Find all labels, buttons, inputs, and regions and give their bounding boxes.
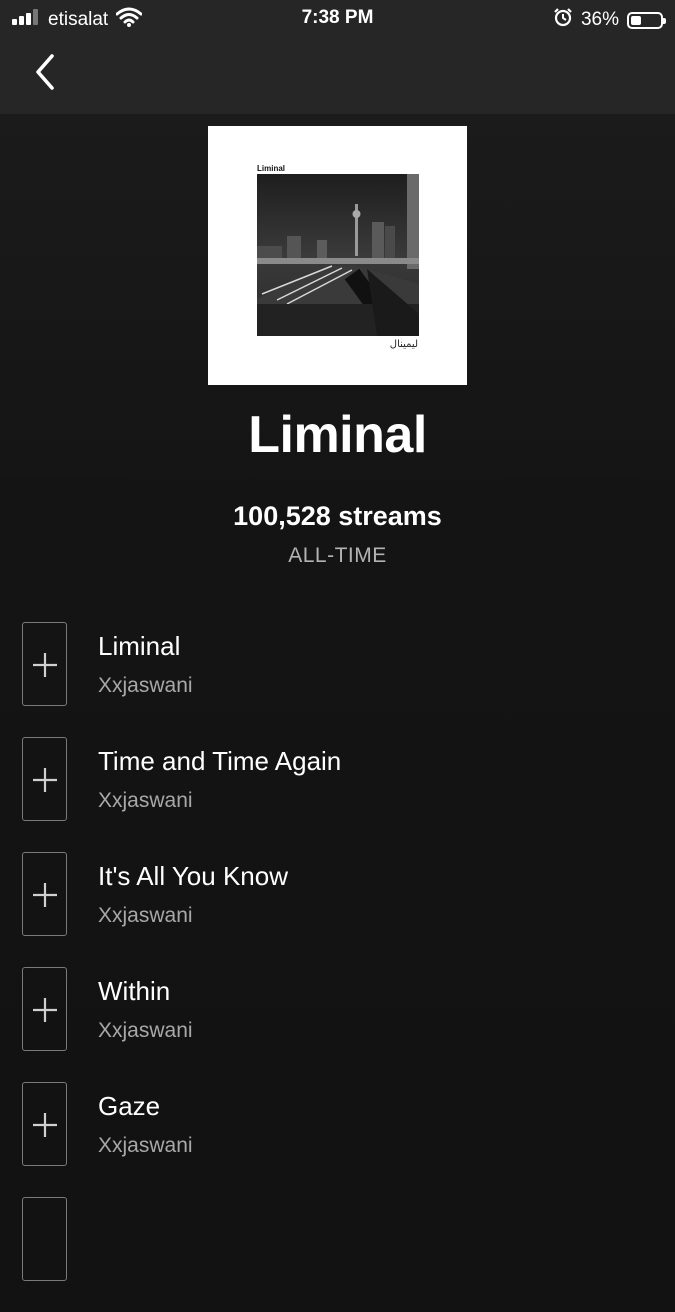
status-right: 36% (553, 7, 666, 33)
battery-icon (627, 11, 666, 29)
cover-title: Liminal (257, 164, 286, 173)
album-title: Liminal (248, 406, 427, 464)
cover-arabic-text: ليمينال (389, 339, 418, 350)
plus-icon (33, 653, 57, 677)
battery-percentage: 36% (580, 9, 619, 30)
track-artist: Xxjaswani (98, 1134, 193, 1157)
status-bar: etisalat 7:38 PM 36% (0, 0, 675, 38)
track-artist: Xxjaswani (98, 1019, 193, 1042)
track-name: Liminal (98, 631, 181, 661)
track-artist: Xxjaswani (98, 674, 193, 697)
plus-icon (33, 1113, 57, 1137)
album-cover: Liminal ليمينال (208, 126, 467, 385)
track-name: It's All You Know (98, 861, 288, 891)
plus-icon (33, 883, 57, 907)
stream-count: 100,528 streams (233, 501, 442, 531)
cover-photo (257, 174, 419, 336)
track-name: Within (98, 976, 171, 1006)
track-artist: Xxjaswani (98, 789, 193, 812)
track-row[interactable]: Within Xxjaswani (0, 967, 675, 1082)
add-track-button[interactable] (22, 967, 67, 1051)
add-track-button[interactable] (22, 622, 67, 706)
add-track-button[interactable] (22, 1082, 67, 1166)
track-row[interactable] (0, 1197, 675, 1312)
plus-icon (33, 768, 57, 792)
add-track-button[interactable] (22, 1197, 67, 1281)
alarm-icon (553, 7, 573, 33)
chevron-left-icon (36, 54, 54, 90)
track-artist: Xxjaswani (98, 904, 193, 927)
top-bar: etisalat 7:38 PM 36% (0, 0, 675, 114)
track-list: Liminal Xxjaswani Time and Time Again Xx… (0, 622, 675, 1312)
stream-period: ALL-TIME (288, 544, 387, 567)
track-row[interactable]: Time and Time Again Xxjaswani (0, 737, 675, 852)
track-row[interactable]: It's All You Know Xxjaswani (0, 852, 675, 967)
track-row[interactable]: Liminal Xxjaswani (0, 622, 675, 737)
back-button[interactable] (30, 52, 62, 94)
add-track-button[interactable] (22, 852, 67, 936)
track-row[interactable]: Gaze Xxjaswani (0, 1082, 675, 1197)
track-name: Time and Time Again (98, 746, 342, 776)
battery-fill (631, 15, 641, 25)
plus-icon (33, 998, 57, 1022)
add-track-button[interactable] (22, 737, 67, 821)
track-name: Gaze (98, 1091, 161, 1121)
